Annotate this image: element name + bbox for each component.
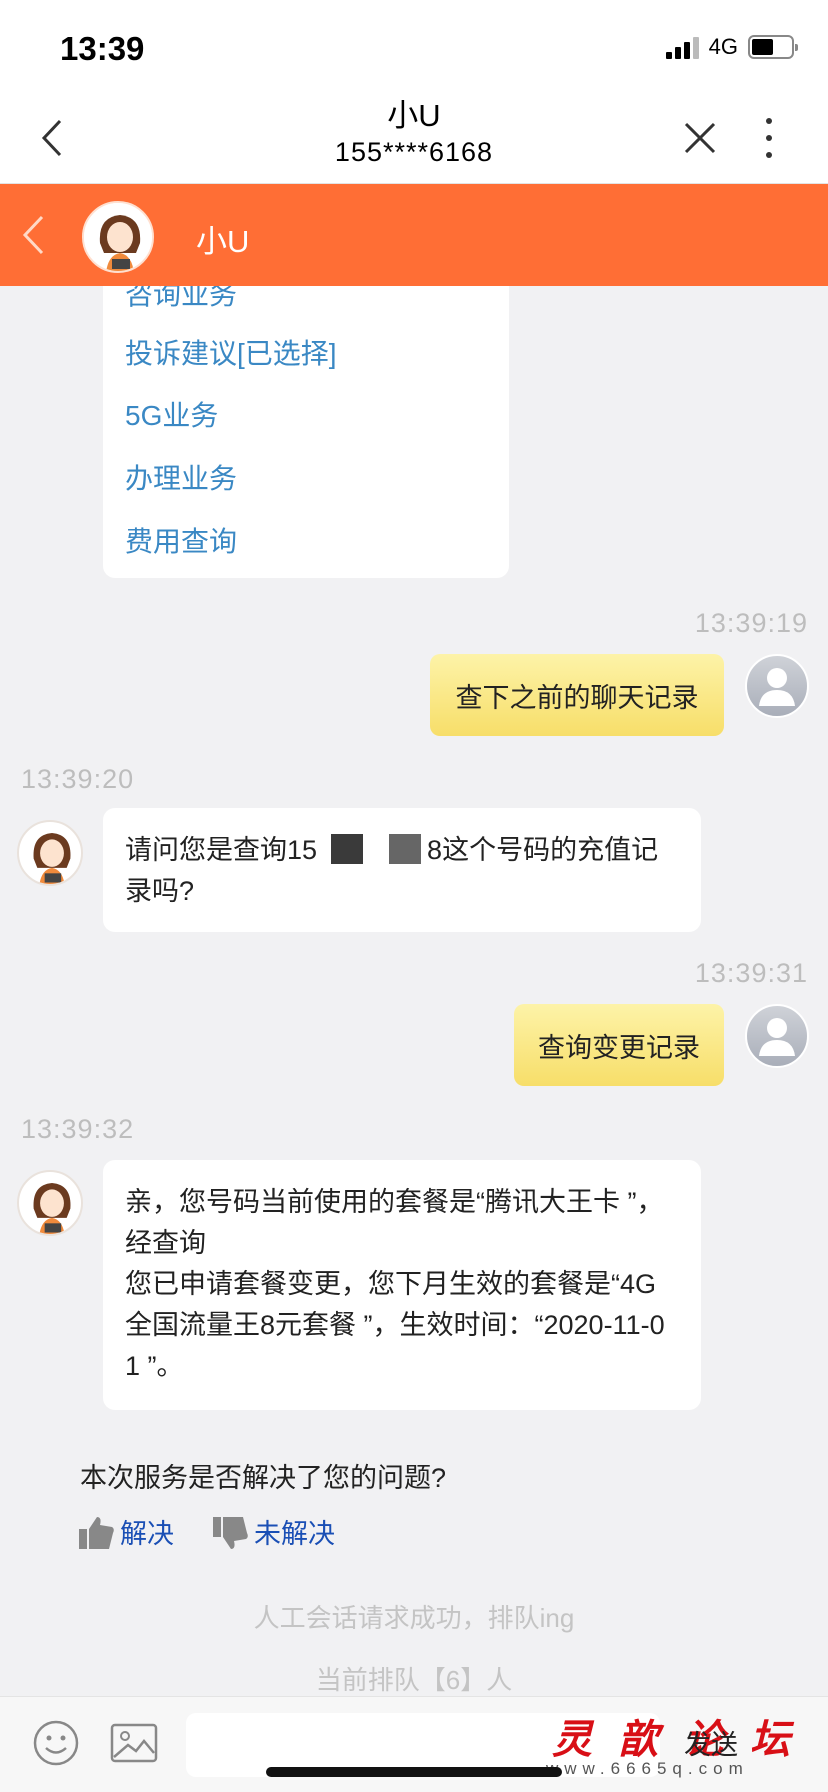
watermark-url: www.6665q.com (546, 1759, 749, 1778)
menu-item-5g[interactable]: 5G业务 (125, 394, 218, 434)
menu-item-billing[interactable]: 费用查询 (125, 520, 237, 560)
user-message-bubble[interactable]: 查询变更记录 (514, 1004, 724, 1086)
bot-avatar (17, 820, 83, 886)
menu-card: 咨询业务 投诉建议[已选择] 5G业务 办理业务 费用查询 (103, 286, 509, 578)
menu-item-handle[interactable]: 办理业务 (125, 457, 237, 497)
user-avatar (745, 654, 809, 718)
chat-header: 小U (0, 184, 828, 286)
resolved-label: 解决 (120, 1519, 174, 1549)
network-label: 4G (708, 34, 738, 59)
redacted-block (389, 834, 422, 864)
emoji-icon[interactable] (32, 1719, 80, 1767)
nav-bar: 小U 155****6168 (0, 92, 828, 184)
home-indicator[interactable] (266, 1767, 562, 1777)
close-icon[interactable] (680, 116, 720, 160)
survey-question: 本次服务是否解决了您的问题? (80, 1463, 447, 1493)
queue-position: 当前排队【6】人 (315, 1665, 513, 1695)
queue-status: 人工会话请求成功，排队ing (253, 1603, 575, 1633)
unresolved-button[interactable]: 未解决 (212, 1512, 335, 1551)
message-timestamp: 13:39:20 (21, 764, 135, 794)
agent-avatar (82, 201, 154, 273)
chat-area[interactable]: 咨询业务 投诉建议[已选择] 5G业务 办理业务 费用查询 13:39:19 查… (0, 286, 828, 1696)
user-avatar (745, 1004, 809, 1068)
bot-message-bubble[interactable]: 亲，您号码当前使用的套餐是“腾讯大王卡 ”，经查询 您已申请套餐变更，您下月生效… (103, 1160, 701, 1410)
message-timestamp: 13:39:32 (21, 1114, 135, 1144)
thumbs-up-icon (79, 1517, 114, 1549)
menu-item-complaint[interactable]: 投诉建议[已选择] (125, 332, 337, 372)
image-icon[interactable] (110, 1723, 158, 1763)
bot-avatar (17, 1170, 83, 1236)
user-message-bubble[interactable]: 查下之前的聊天记录 (430, 654, 724, 736)
status-icons: 4G (665, 34, 798, 60)
message-timestamp: 13:39:31 (694, 958, 808, 988)
battery-icon (748, 35, 798, 59)
input-bar: 灵歆论坛 www.6665q.com 发送 (0, 1696, 828, 1792)
send-button[interactable]: 发送 (684, 1723, 738, 1762)
menu-item-consult[interactable]: 咨询业务 (125, 286, 237, 313)
status-time: 13:39 (60, 30, 145, 67)
more-icon[interactable] (754, 118, 784, 158)
bot-message-bubble[interactable]: 请问您是查询15 8这个号码的充值记录吗? (103, 808, 701, 932)
thumbs-down-icon (213, 1517, 248, 1549)
status-bar: 13:39 4G (0, 0, 828, 92)
agent-name: 小U (196, 224, 250, 259)
chat-back-icon[interactable] (22, 212, 56, 258)
message-timestamp: 13:39:19 (694, 608, 808, 638)
bot-message-text-start: 请问您是查询15 (125, 835, 318, 865)
resolved-button[interactable]: 解决 (78, 1512, 174, 1551)
redacted-block (331, 834, 364, 864)
unresolved-label: 未解决 (254, 1519, 335, 1549)
signal-icon (665, 35, 699, 59)
